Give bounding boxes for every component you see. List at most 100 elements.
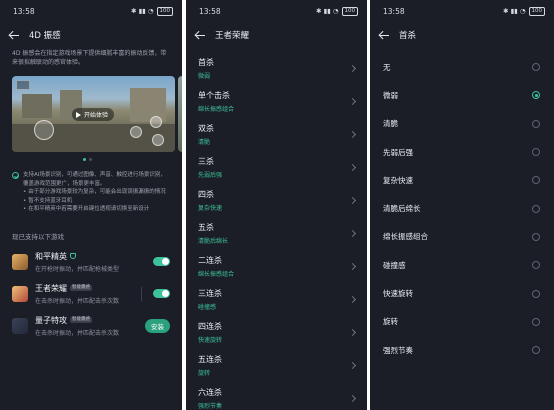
item-value: 复杂快速: [198, 205, 223, 212]
game-description: 在击杀时振动，并匹配击杀次数: [35, 297, 120, 305]
item-value: 快速旋转: [198, 337, 223, 344]
title-bar: 4D 振感: [0, 22, 182, 48]
item-label: 四连杀: [198, 322, 222, 331]
item-label: 双杀: [198, 124, 214, 133]
item-label: 四杀: [198, 190, 214, 199]
note-item: 在和平精英中若需要开启键位透视请切换至新设计: [23, 205, 170, 214]
game-toggle-peace-elite[interactable]: [153, 257, 170, 267]
next-preview-image[interactable]: [178, 76, 182, 152]
radio-button[interactable]: [532, 317, 540, 326]
radio-option[interactable]: 复杂快速: [370, 166, 554, 194]
divider: [141, 286, 142, 301]
radio-button[interactable]: [532, 63, 540, 72]
kill-event-list: 首杀 微弱 单个击杀 绵长振感组合 双杀清脆 三杀 先弱后强 四杀复杂快速 五杀 清脆后…: [186, 48, 367, 410]
radio-option[interactable]: 清脆: [370, 110, 554, 138]
list-item[interactable]: 二连杀 绵长振感组合: [186, 250, 367, 283]
radio-button[interactable]: [532, 176, 540, 185]
radio-button[interactable]: [532, 119, 540, 128]
game-description: 在击杀时振动，并匹配击杀次数: [35, 329, 120, 337]
item-value: 绵长振感组合: [198, 271, 235, 278]
status-bar: 13:58 ✱ ▮▮ ◔ 100: [0, 0, 182, 22]
start-experience-button[interactable]: 开始体验: [72, 108, 115, 121]
status-icons: ✱ ▮▮ ◔ 100: [503, 6, 545, 16]
game-description: 在开枪时振动，并匹配枪械类型: [35, 265, 120, 273]
item-value: 强烈节奏: [198, 403, 223, 410]
radio-option[interactable]: 微弱: [370, 81, 554, 109]
preview-carousel[interactable]: 开始体验: [12, 76, 182, 152]
game-icon-honor-of-kings: [12, 285, 28, 302]
fire-button-icon: [130, 126, 142, 138]
radio-button[interactable]: [532, 148, 540, 157]
status-icons: ✱ ▮▮ ◔ 100: [316, 6, 358, 16]
chevron-right-icon: [348, 262, 357, 271]
game-icon-peace-elite: [12, 253, 28, 270]
radio-option[interactable]: 强烈节奏: [370, 336, 554, 364]
title-bar: 王者荣耀: [186, 22, 367, 48]
radio-option[interactable]: 快速旋转: [370, 279, 554, 307]
supported-games-heading: 现已支持以下游戏: [12, 232, 64, 241]
radio-button[interactable]: [532, 232, 540, 241]
list-item[interactable]: 五杀 清脆后绵长: [186, 217, 367, 250]
list-item[interactable]: 双杀 清脆: [186, 118, 367, 151]
game-preview-image: 开始体验: [12, 76, 175, 152]
note-head: 支持AI场景识别，可通过图像、声音、触控进行场景识别，覆盖游戏范围更广，场景更丰…: [23, 172, 166, 187]
chevron-right-icon: [348, 163, 357, 172]
pattern-options: 无 微弱 清脆 先弱后强 复杂快速 清脆后绵长 绵长振感组合 碰撞感 快速旋转 …: [370, 48, 554, 364]
radio-option[interactable]: 无: [370, 53, 554, 81]
status-bar: 13:58 ✱ ▮▮ ◔ 100: [370, 0, 554, 22]
bluetooth-wifi-icons: ✱ ▮▮ ◔: [316, 7, 339, 15]
back-arrow-icon[interactable]: [9, 30, 19, 40]
game-name: 王者荣耀: [35, 283, 67, 293]
radio-option[interactable]: 旋转: [370, 308, 554, 336]
minimap-icon: [16, 80, 30, 90]
chevron-right-icon: [348, 130, 357, 139]
battery-icon: 100: [341, 6, 358, 16]
install-button[interactable]: 安装: [145, 318, 170, 333]
chevron-right-icon: [348, 361, 357, 370]
radio-option[interactable]: 清脆后绵长: [370, 194, 554, 222]
check-circle-icon: [12, 172, 19, 179]
radio-option[interactable]: 碰撞感: [370, 251, 554, 279]
list-item[interactable]: 六连杀 强烈节奏: [186, 382, 367, 410]
jump-button-icon: [150, 116, 162, 128]
game-toggle-honor-of-kings[interactable]: [153, 289, 170, 299]
list-item[interactable]: 四杀 复杂快速: [186, 184, 367, 217]
list-item[interactable]: 五连杀 旋转: [186, 349, 367, 382]
radio-button[interactable]: [532, 261, 540, 270]
title-bar: 首杀: [370, 22, 554, 48]
radio-button[interactable]: [532, 289, 540, 298]
radio-option[interactable]: 绵长振感组合: [370, 223, 554, 251]
option-label: 无: [383, 62, 391, 72]
radio-option[interactable]: 先弱后强: [370, 138, 554, 166]
game-row-honor-of-kings[interactable]: 王者荣耀 智能震感 在击杀时振动，并匹配击杀次数: [0, 278, 182, 310]
smart-vibration-badge: 智能震感: [70, 285, 92, 292]
radio-button[interactable]: [532, 204, 540, 213]
item-value: 绵长振感组合: [198, 106, 235, 113]
item-value: 碰撞感: [198, 304, 217, 311]
start-experience-label: 开始体验: [84, 112, 109, 119]
list-item[interactable]: 首杀 微弱: [186, 52, 367, 85]
back-arrow-icon[interactable]: [379, 30, 389, 40]
bluetooth-wifi-icons: ✱ ▮▮ ◔: [503, 7, 526, 15]
list-item[interactable]: 四连杀 快速旋转: [186, 316, 367, 349]
feature-notes: 支持AI场景识别，可通过图像、声音、触控进行场景识别，覆盖游戏范围更广，场景更丰…: [0, 161, 182, 214]
chevron-right-icon: [348, 295, 357, 304]
radio-button[interactable]: [532, 91, 540, 100]
carousel-dot: [88, 158, 92, 161]
item-label: 三连杀: [198, 289, 222, 298]
game-row-quantum-special[interactable]: 量子特攻 智能震感 在击杀时振动，并匹配击杀次数 安装: [0, 310, 182, 342]
radio-button[interactable]: [532, 346, 540, 355]
battery-icon: 100: [528, 6, 545, 16]
option-label: 清脆后绵长: [383, 204, 421, 214]
joystick-icon: [34, 120, 54, 140]
item-value: 清脆: [198, 139, 211, 146]
chevron-right-icon: [348, 196, 357, 205]
item-value: 先弱后强: [198, 172, 223, 179]
list-item[interactable]: 单个击杀 绵长振感组合: [186, 85, 367, 118]
game-row-peace-elite[interactable]: 和平精英 在开枪时振动，并匹配枪械类型: [0, 246, 182, 278]
status-time: 13:58: [383, 6, 405, 16]
list-item[interactable]: 三连杀 碰撞感: [186, 283, 367, 316]
list-item[interactable]: 三杀 先弱后强: [186, 151, 367, 184]
back-arrow-icon[interactable]: [195, 30, 205, 40]
page-title: 王者荣耀: [215, 31, 250, 41]
